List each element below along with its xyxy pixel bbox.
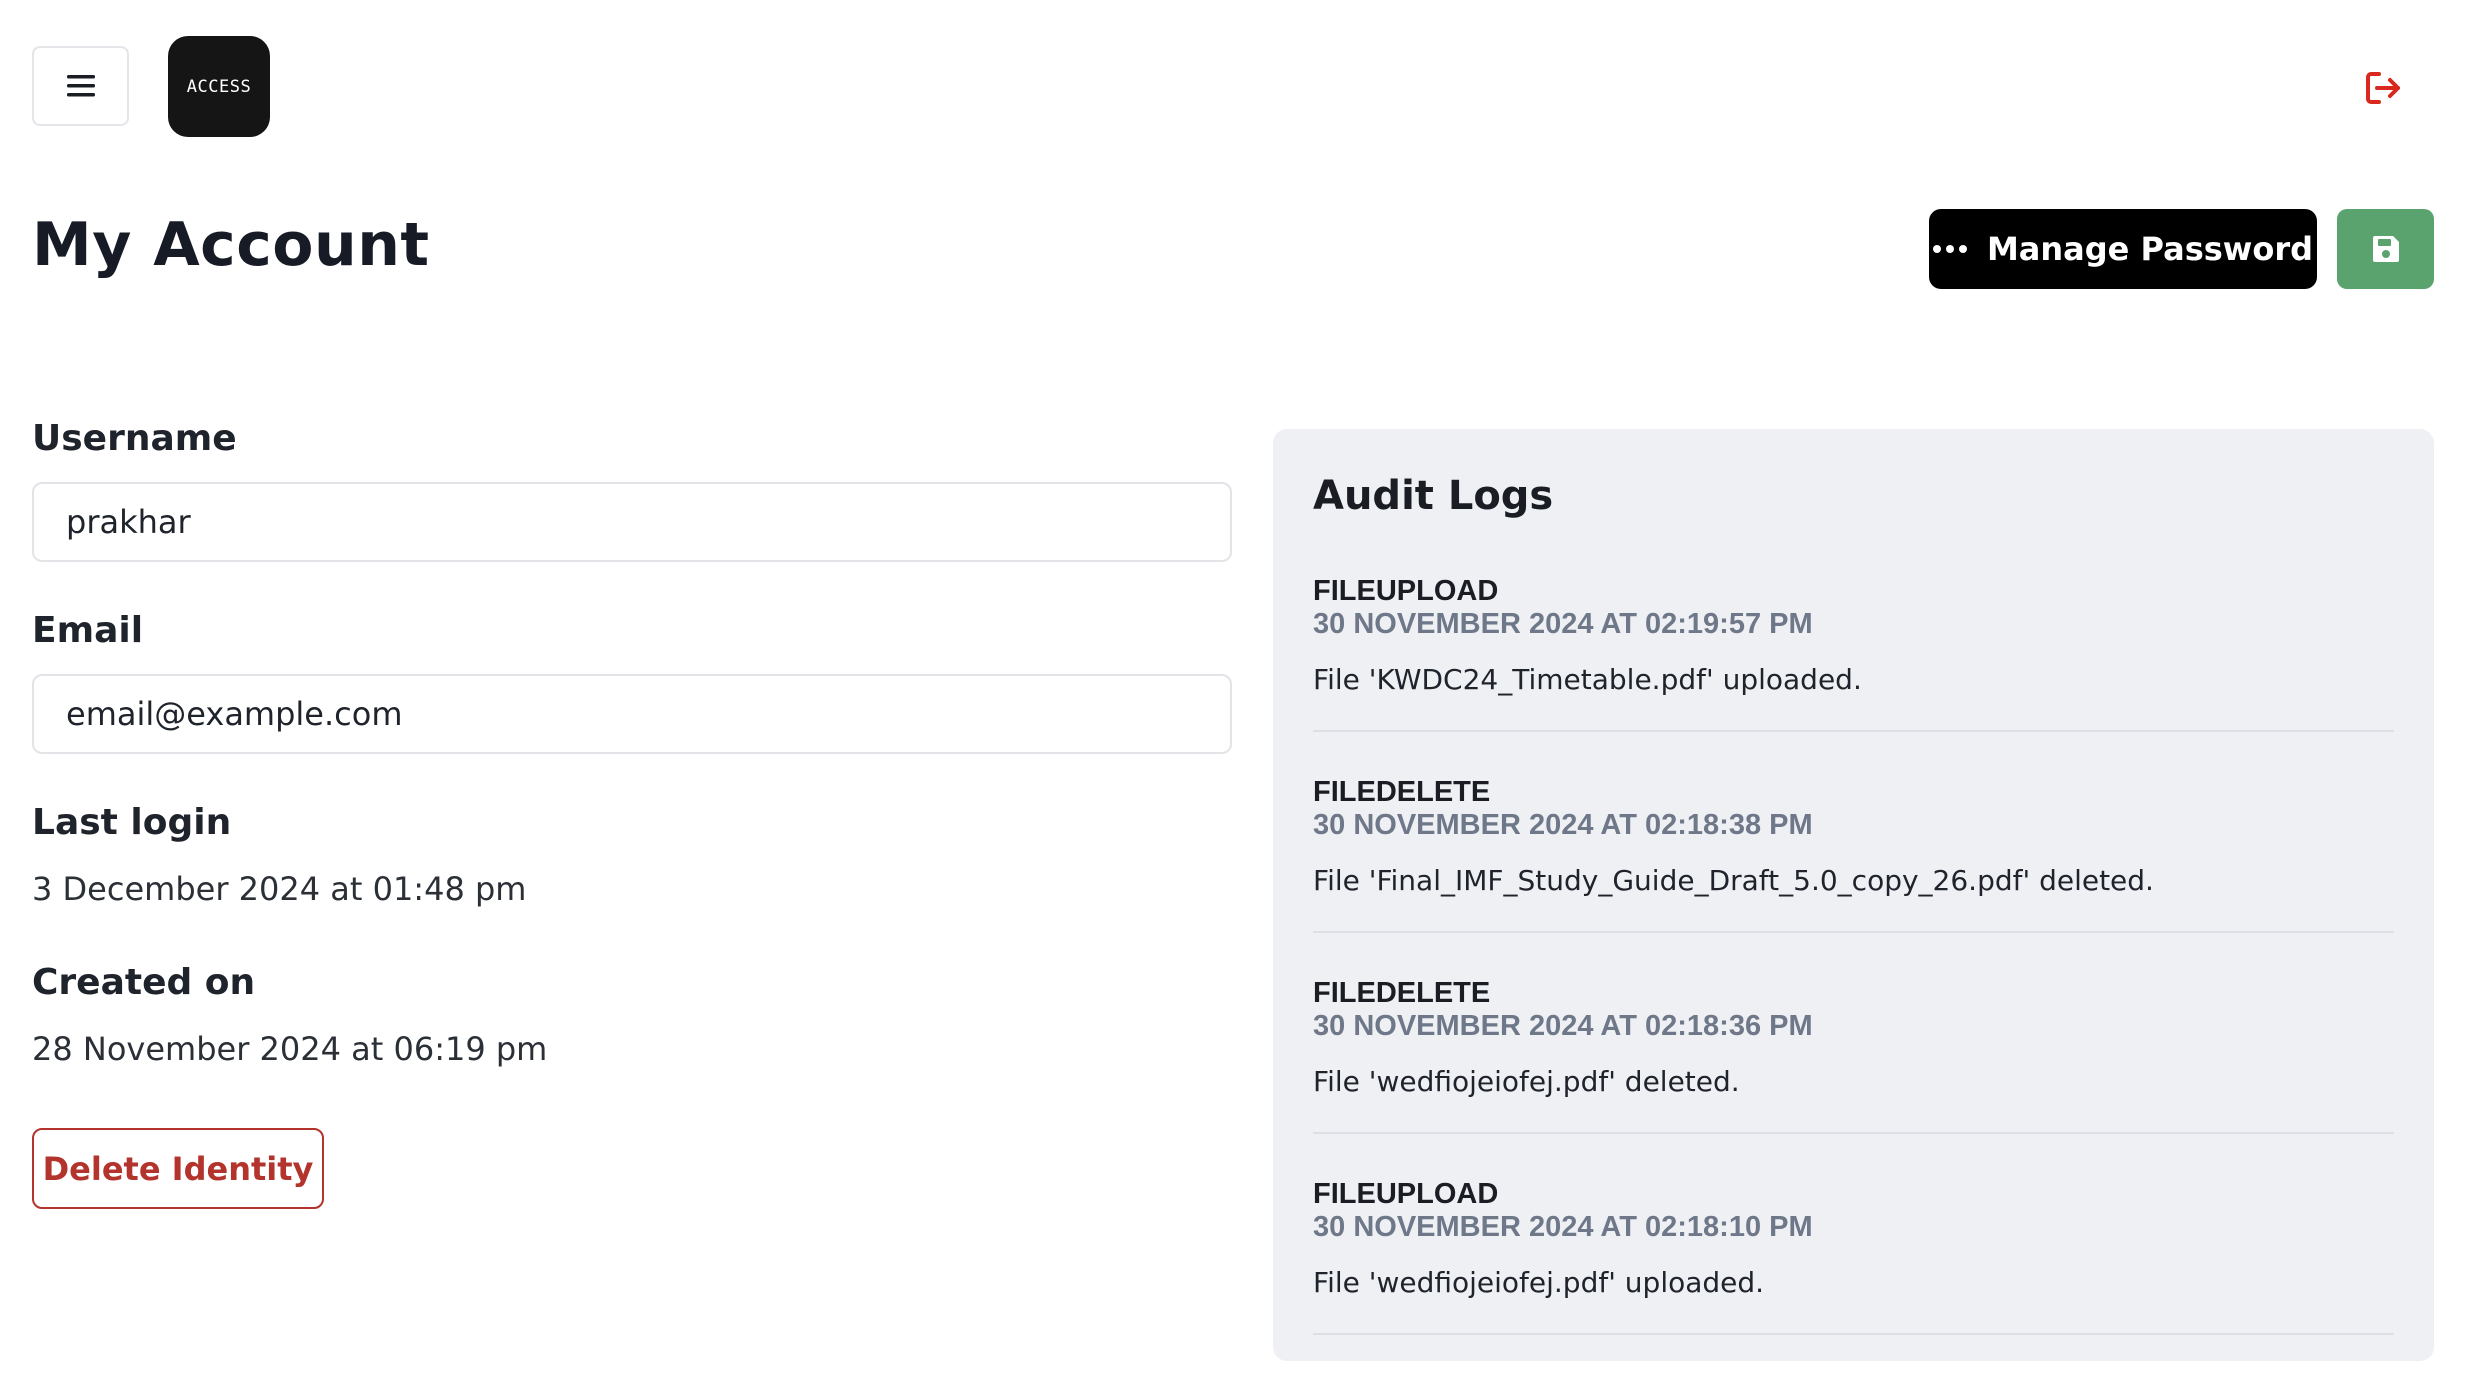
app-logo-text: ACCESS (186, 76, 252, 97)
last-login-value: 3 December 2024 at 01:48 pm (32, 870, 527, 908)
log-time: 30 NOVEMBER 2024 AT 02:18:10 PM (1313, 1211, 1813, 1243)
logout-icon (2366, 72, 2400, 104)
ellipsis-icon (1932, 245, 1967, 253)
audit-logs-panel: Audit Logs FILEUPLOAD 30 NOVEMBER 2024 A… (1273, 429, 2434, 1361)
username-label: Username (32, 418, 237, 459)
floppy-disk-icon (2372, 236, 2399, 262)
manage-password-label: Manage Password (1986, 230, 2314, 268)
log-item: FILEDELETE 30 NOVEMBER 2024 AT 02:18:38 … (1313, 776, 2394, 933)
email-label: Email (32, 610, 144, 651)
last-login-label: Last login (32, 802, 232, 843)
log-type: FILEDELETE (1313, 776, 1491, 808)
email-input[interactable] (32, 674, 1232, 754)
log-item: FILEUPLOAD 30 NOVEMBER 2024 AT 02:19:57 … (1313, 575, 2394, 732)
menu-button[interactable] (32, 46, 129, 126)
hamburger-menu-icon (66, 75, 95, 97)
app-logo[interactable]: ACCESS (168, 36, 270, 137)
log-message: File 'wedfiojeiofej.pdf' uploaded. (1313, 1266, 1765, 1299)
manage-password-button[interactable]: Manage Password (1929, 209, 2317, 289)
logout-button[interactable] (2365, 70, 2403, 106)
created-on-value: 28 November 2024 at 06:19 pm (32, 1030, 548, 1068)
log-type: FILEDELETE (1313, 977, 1491, 1009)
log-item: FILEUPLOAD 30 NOVEMBER 2024 AT 02:18:10 … (1313, 1178, 2394, 1335)
username-input[interactable] (32, 482, 1232, 562)
delete-identity-button[interactable]: Delete Identity (32, 1128, 324, 1209)
log-message: File 'wedfiojeiofej.pdf' deleted. (1313, 1065, 1740, 1098)
log-type: FILEUPLOAD (1313, 1178, 1499, 1210)
audit-logs-title: Audit Logs (1313, 473, 1554, 519)
log-time: 30 NOVEMBER 2024 AT 02:18:38 PM (1313, 809, 1813, 841)
log-message: File 'Final_IMF_Study_Guide_Draft_5.0_co… (1313, 864, 2154, 897)
log-time: 30 NOVEMBER 2024 AT 02:19:57 PM (1313, 608, 1813, 640)
log-item: FILEDELETE 30 NOVEMBER 2024 AT 02:18:36 … (1313, 977, 2394, 1134)
log-type: FILEUPLOAD (1313, 575, 1499, 607)
log-time: 30 NOVEMBER 2024 AT 02:18:36 PM (1313, 1010, 1813, 1042)
delete-identity-label: Delete Identity (42, 1149, 314, 1188)
page-title: My Account (32, 210, 430, 280)
log-message: File 'KWDC24_Timetable.pdf' uploaded. (1313, 663, 1862, 696)
save-button[interactable] (2337, 209, 2434, 289)
created-on-label: Created on (32, 962, 256, 1003)
